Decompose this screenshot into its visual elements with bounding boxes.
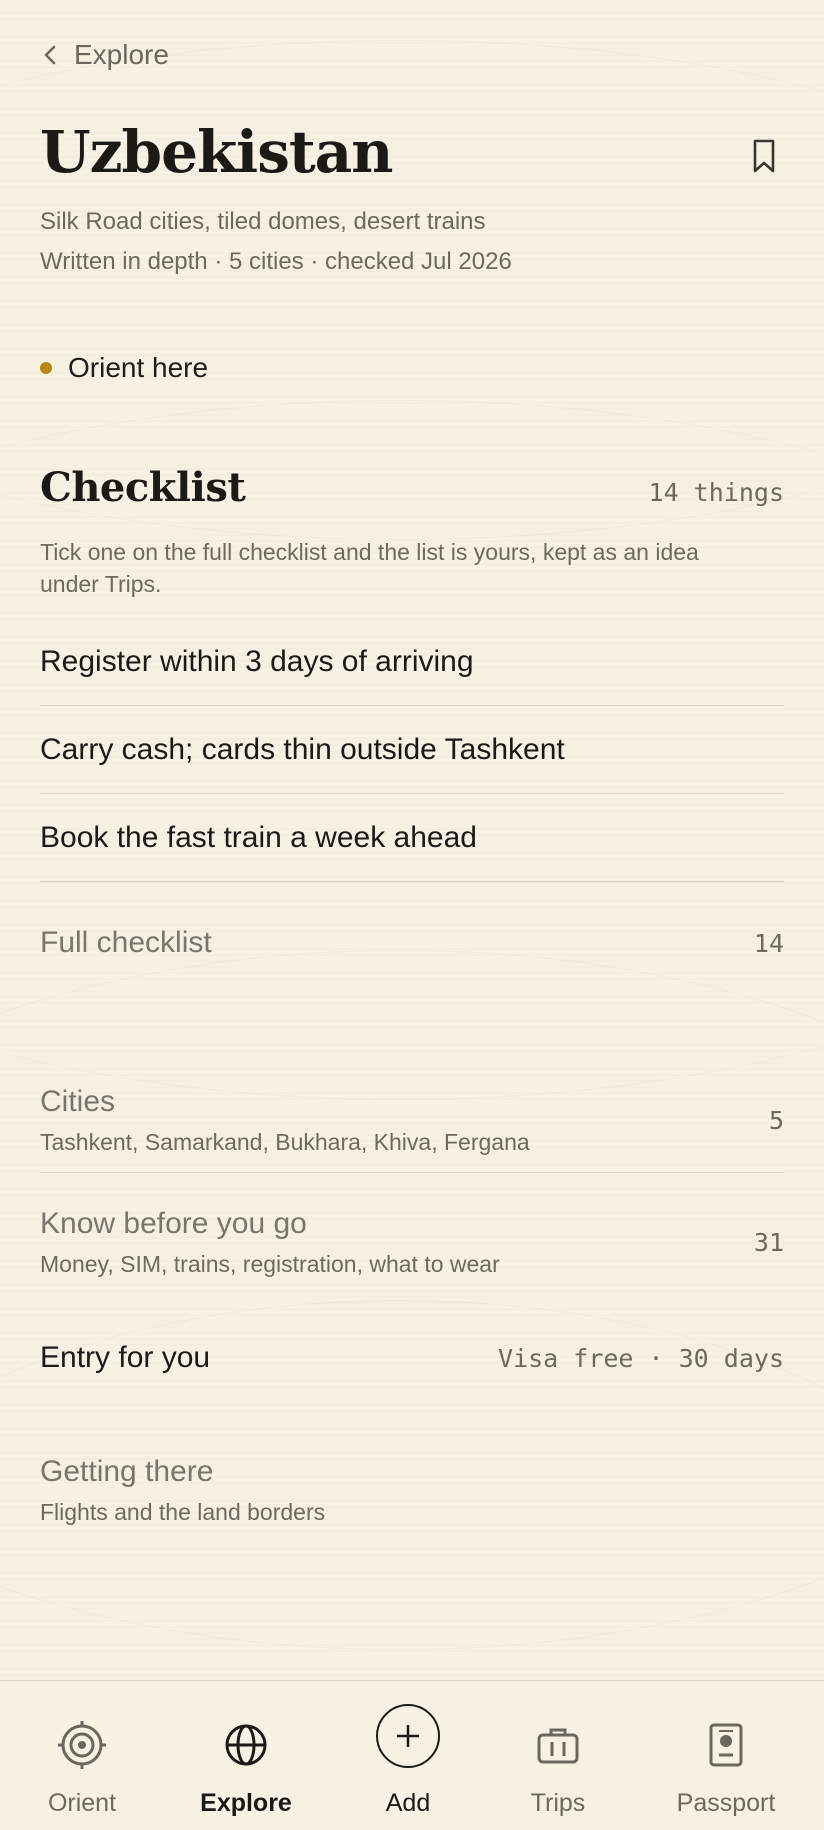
passport-icon bbox=[694, 1713, 758, 1777]
background-arc bbox=[0, 950, 824, 1650]
nav-orient[interactable]: Orient bbox=[32, 1681, 132, 1830]
page-title: Uzbekistan bbox=[40, 118, 393, 186]
nav-label: Passport bbox=[676, 1789, 776, 1817]
target-icon bbox=[50, 1713, 114, 1777]
page: Explore Uzbekistan Silk Road cities, til… bbox=[0, 0, 824, 1680]
full-checklist-label: Full checklist bbox=[40, 926, 212, 959]
nav-add[interactable]: Add bbox=[358, 1681, 458, 1830]
checklist-item[interactable]: Register within 3 days of arriving bbox=[40, 618, 784, 706]
nav-label: Orient bbox=[47, 1789, 117, 1817]
know-before-you-go-link[interactable]: Know before you go Money, SIM, trains, r… bbox=[40, 1192, 784, 1292]
nav-trips[interactable]: Trips bbox=[508, 1681, 608, 1830]
checklist-description: Tick one on the full checklist and the l… bbox=[40, 539, 699, 597]
chevron-left-icon bbox=[44, 45, 56, 65]
cities-title: Cities bbox=[40, 1084, 116, 1118]
nav-passport[interactable]: Passport bbox=[676, 1681, 776, 1830]
nav-label: Trips bbox=[530, 1789, 586, 1817]
nav-explore[interactable]: Explore bbox=[196, 1681, 296, 1830]
know-count: 31 bbox=[753, 1227, 784, 1257]
nav-label: Explore bbox=[200, 1789, 292, 1817]
bookmark-icon[interactable] bbox=[746, 136, 782, 176]
getting-there-subtitle: Flights and the land borders bbox=[40, 1498, 326, 1525]
status-dot-icon bbox=[40, 362, 52, 374]
briefcase-icon bbox=[526, 1713, 590, 1777]
cities-subtitle: Tashkent, Samarkand, Bukhara, Khiva, Fer… bbox=[40, 1128, 530, 1155]
getting-there-link[interactable]: Getting there Flights and the land borde… bbox=[40, 1440, 784, 1540]
getting-there-title: Getting there bbox=[40, 1454, 214, 1488]
page-subtitle: Silk Road cities, tiled domes, desert tr… bbox=[40, 208, 486, 235]
back-label: Explore bbox=[74, 39, 169, 70]
globe-icon bbox=[214, 1713, 278, 1777]
know-subtitle: Money, SIM, trains, registration, what t… bbox=[40, 1250, 500, 1277]
full-checklist-link[interactable]: Full checklist 14 bbox=[40, 900, 784, 986]
checklist-item[interactable]: Carry cash; cards thin outside Tashkent bbox=[40, 706, 784, 794]
full-checklist-count: 14 bbox=[753, 928, 784, 958]
checklist-title: Checklist bbox=[40, 464, 246, 511]
cities-count: 5 bbox=[768, 1105, 784, 1135]
back-button[interactable]: Explore bbox=[40, 30, 169, 80]
bottom-nav: Orient Explore Add Trips Passport bbox=[0, 1680, 824, 1830]
know-title: Know before you go bbox=[40, 1206, 307, 1240]
orient-here-link[interactable]: Orient here bbox=[40, 352, 208, 384]
entry-label: Entry for you bbox=[40, 1341, 211, 1374]
entry-value: Visa free · 30 days bbox=[498, 1343, 784, 1373]
plus-circle-icon bbox=[375, 1703, 441, 1769]
cities-link[interactable]: Cities Tashkent, Samarkand, Bukhara, Khi… bbox=[40, 1070, 784, 1170]
entry-for-you-row[interactable]: Entry for you Visa free · 30 days bbox=[40, 1330, 784, 1386]
page-meta: Written in depth · 5 cities · checked Ju… bbox=[40, 248, 512, 275]
nav-label: Add bbox=[385, 1789, 431, 1817]
checklist-count: 14 things bbox=[648, 478, 784, 507]
orient-here-label: Orient here bbox=[68, 352, 209, 383]
divider bbox=[40, 1172, 784, 1173]
checklist-item[interactable]: Book the fast train a week ahead bbox=[40, 794, 784, 882]
